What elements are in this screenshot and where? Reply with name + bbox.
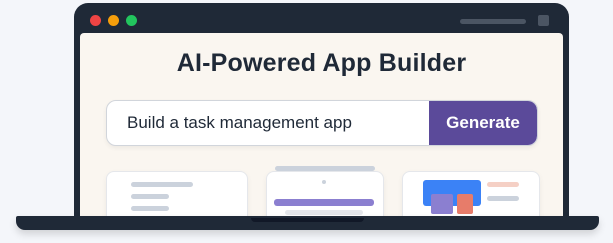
template-card-dashboard[interactable] xyxy=(402,171,540,218)
maximize-window-icon[interactable] xyxy=(126,15,137,26)
placeholder-line xyxy=(131,182,193,187)
template-card-list[interactable] xyxy=(106,171,248,218)
placeholder-dot xyxy=(322,180,326,184)
placeholder-line xyxy=(275,166,375,171)
page-title: AI-Powered App Builder xyxy=(176,49,467,77)
placeholder-line xyxy=(131,194,169,199)
address-bar-placeholder xyxy=(460,19,526,24)
laptop-base xyxy=(16,216,599,230)
menu-icon[interactable] xyxy=(538,15,549,26)
template-card-form[interactable] xyxy=(266,166,384,218)
placeholder-block xyxy=(457,194,473,214)
placeholder-block xyxy=(431,194,453,214)
laptop-notch xyxy=(251,218,364,222)
placeholder-line xyxy=(285,210,363,215)
laptop-screen: AI-Powered App Builder Generate xyxy=(74,3,569,218)
placeholder-line xyxy=(487,182,519,187)
close-window-icon[interactable] xyxy=(90,15,101,26)
generate-button[interactable]: Generate xyxy=(429,101,537,145)
placeholder-line xyxy=(131,206,169,211)
placeholder-line xyxy=(487,196,519,201)
minimize-window-icon[interactable] xyxy=(108,15,119,26)
prompt-bar: Generate xyxy=(106,100,538,146)
prompt-input[interactable] xyxy=(107,101,429,145)
placeholder-button-bar xyxy=(274,199,374,206)
app-window: AI-Powered App Builder Generate xyxy=(80,33,563,218)
